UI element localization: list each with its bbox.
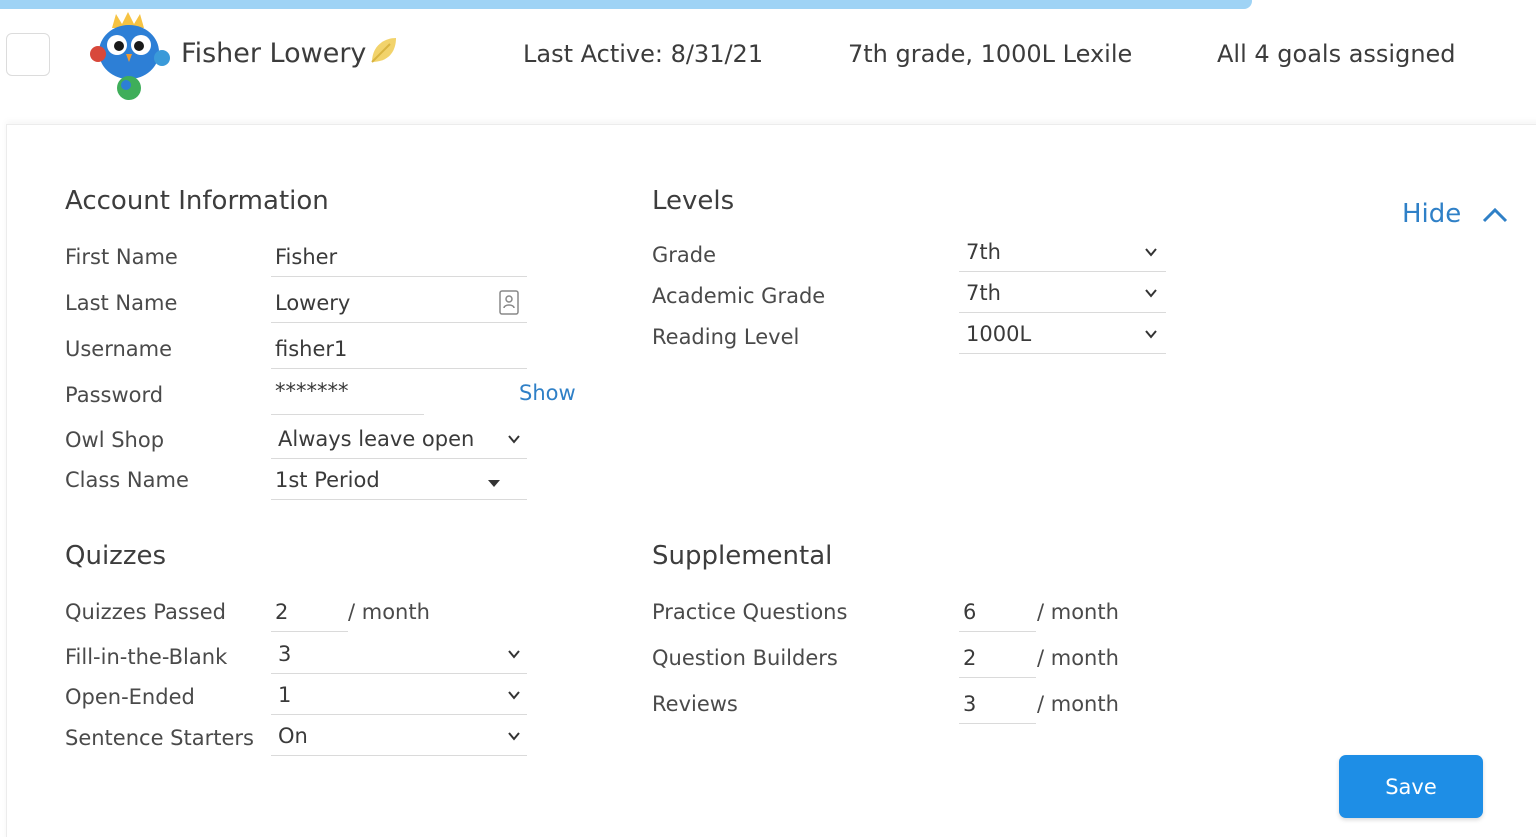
question-builders-value: 2	[963, 646, 977, 670]
last-active-stat: Last Active: 8/31/21	[523, 40, 764, 68]
quizzes-passed-value: 2	[275, 600, 289, 624]
show-password-link[interactable]: Show	[519, 381, 576, 405]
chevron-down-icon	[508, 435, 520, 444]
leaf-icon	[371, 38, 396, 63]
account-information-title: Account Information	[65, 186, 329, 216]
quizzes-passed-unit: / month	[348, 600, 430, 624]
quizzes-title: Quizzes	[65, 541, 167, 571]
question-builders-unit: / month	[1037, 646, 1119, 670]
owl-avatar-icon	[90, 12, 170, 100]
levels-title: Levels	[652, 186, 735, 216]
class-name-value: 1st Period	[275, 468, 380, 492]
fill-in-the-blank-label: Fill-in-the-Blank	[65, 645, 228, 669]
hide-label: Hide	[1402, 199, 1462, 229]
username-label: Username	[65, 337, 173, 361]
sentence-starters-label: Sentence Starters	[65, 726, 254, 750]
password-label: Password	[65, 383, 164, 407]
supplemental-title: Supplemental	[652, 541, 833, 571]
first-name-field[interactable]: Fisher	[271, 236, 527, 277]
first-name-label: First Name	[65, 245, 178, 269]
caret-down-icon	[488, 480, 500, 487]
question-builders-input[interactable]: 2	[959, 637, 1036, 678]
password-field[interactable]: *******	[271, 374, 424, 415]
open-ended-label: Open-Ended	[65, 685, 195, 709]
academic-grade-label: Academic Grade	[652, 284, 826, 308]
goals-assigned-stat: All 4 goals assigned	[1217, 40, 1456, 68]
practice-questions-unit: / month	[1037, 600, 1119, 624]
quizzes-passed-label: Quizzes Passed	[65, 600, 226, 624]
practice-questions-input[interactable]: 6	[959, 591, 1036, 632]
chevron-down-icon	[508, 732, 520, 741]
grade-lexile-stat: 7th grade, 1000L Lexile	[848, 40, 1133, 68]
student-name[interactable]: Fisher Lowery	[181, 38, 366, 69]
student-select-checkbox[interactable]	[6, 33, 50, 76]
reviews-value: 3	[963, 692, 977, 716]
owl-shop-label: Owl Shop	[65, 428, 165, 452]
open-ended-value: 1	[278, 683, 292, 707]
class-name-label: Class Name	[65, 468, 189, 492]
reviews-unit: / month	[1037, 692, 1119, 716]
last-name-label: Last Name	[65, 291, 178, 315]
class-name-select[interactable]: 1st Period	[271, 459, 527, 500]
chevron-down-icon	[1145, 248, 1157, 257]
username-field[interactable]: fisher1	[271, 328, 527, 369]
question-builders-label: Question Builders	[652, 646, 838, 670]
last-name-field[interactable]: Lowery	[271, 282, 527, 323]
password-value: *******	[275, 379, 349, 403]
fill-in-the-blank-select[interactable]: 3	[271, 633, 527, 674]
chevron-down-icon	[508, 691, 520, 700]
practice-questions-value: 6	[963, 600, 977, 624]
top-progress-strip	[0, 0, 1252, 9]
open-ended-select[interactable]: 1	[271, 674, 527, 715]
reviews-input[interactable]: 3	[959, 683, 1036, 724]
last-name-value: Lowery	[275, 291, 351, 315]
chevron-down-icon	[508, 650, 520, 659]
grade-select[interactable]: 7th	[959, 231, 1166, 272]
username-value: fisher1	[275, 337, 348, 361]
save-button[interactable]: Save	[1339, 755, 1483, 818]
reading-level-value: 1000L	[966, 322, 1032, 346]
owl-shop-select[interactable]: Always leave open	[271, 418, 527, 459]
academic-grade-value: 7th	[966, 281, 1001, 305]
contact-card-icon	[499, 290, 519, 315]
fill-in-the-blank-value: 3	[278, 642, 292, 666]
hide-toggle[interactable]: Hide	[1402, 199, 1508, 229]
chevron-down-icon	[1145, 289, 1157, 298]
owl-shop-value: Always leave open	[278, 427, 475, 451]
chevron-down-icon	[1145, 330, 1157, 339]
sentence-starters-select[interactable]: On	[271, 715, 527, 756]
reviews-label: Reviews	[652, 692, 738, 716]
reading-level-label: Reading Level	[652, 325, 800, 349]
reading-level-select[interactable]: 1000L	[959, 313, 1166, 354]
practice-questions-label: Practice Questions	[652, 600, 848, 624]
sentence-starters-value: On	[278, 724, 308, 748]
grade-value: 7th	[966, 240, 1001, 264]
grade-label: Grade	[652, 243, 717, 267]
first-name-value: Fisher	[275, 245, 338, 269]
academic-grade-select[interactable]: 7th	[959, 272, 1166, 313]
chevron-up-icon	[1482, 207, 1508, 223]
quizzes-passed-input[interactable]: 2	[271, 591, 348, 632]
